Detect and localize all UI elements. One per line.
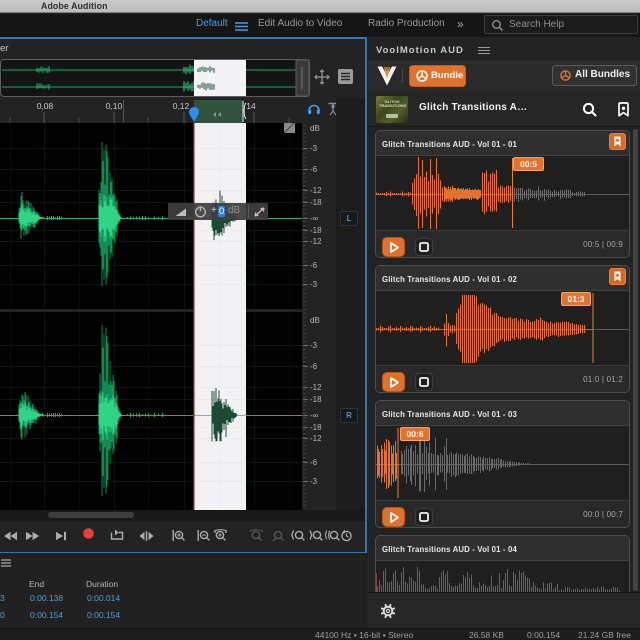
svg-text:-3: -3 bbox=[310, 477, 318, 486]
svg-text:-6: -6 bbox=[310, 261, 318, 270]
svg-text:-18: -18 bbox=[310, 226, 322, 235]
svg-text:0,10: 0,10 bbox=[106, 101, 123, 111]
svg-text:-12: -12 bbox=[310, 434, 322, 443]
svg-text:-12: -12 bbox=[310, 186, 322, 195]
svg-text:-6: -6 bbox=[310, 165, 318, 174]
svg-text:-3: -3 bbox=[310, 341, 318, 350]
svg-text:-18: -18 bbox=[310, 423, 322, 432]
svg-text:-∞: -∞ bbox=[310, 411, 319, 420]
svg-text:-18: -18 bbox=[310, 198, 322, 207]
svg-text:0,08: 0,08 bbox=[37, 101, 54, 111]
svg-text:dB: dB bbox=[310, 124, 320, 133]
svg-text:dB: dB bbox=[310, 316, 320, 325]
svg-text:-∞: -∞ bbox=[310, 214, 319, 223]
svg-text:14: 14 bbox=[246, 101, 256, 111]
svg-text:-18: -18 bbox=[310, 395, 322, 404]
svg-text:-6: -6 bbox=[310, 362, 318, 371]
svg-text:-6: -6 bbox=[310, 458, 318, 467]
svg-text:-12: -12 bbox=[310, 383, 322, 392]
svg-text:-3: -3 bbox=[310, 144, 318, 153]
svg-text:0,12: 0,12 bbox=[173, 101, 190, 111]
svg-text:-3: -3 bbox=[310, 280, 318, 289]
svg-text:-12: -12 bbox=[310, 237, 322, 246]
